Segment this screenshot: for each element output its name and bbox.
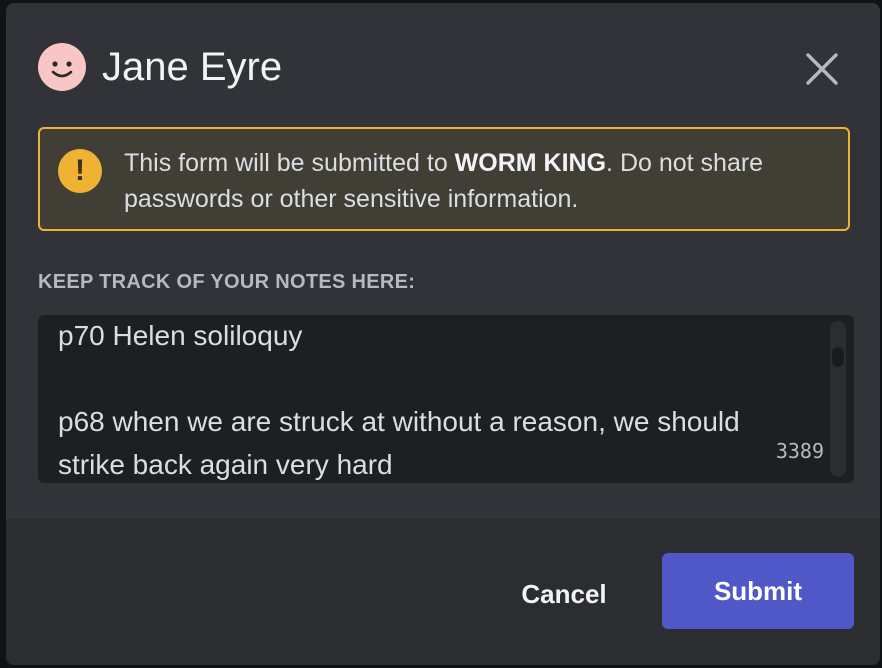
warning-text: This form will be submitted to WORM KING…: [124, 145, 824, 217]
notes-textarea[interactable]: p70 Helen soliloquy p68 when we are stru…: [38, 315, 854, 483]
notes-label: KEEP TRACK OF YOUR NOTES HERE:: [38, 271, 416, 293]
warning-text-before: This form will be submitted to: [124, 149, 455, 177]
close-icon[interactable]: [802, 49, 842, 89]
modal-title: Jane Eyre: [102, 45, 283, 89]
cancel-button[interactable]: Cancel: [500, 568, 628, 620]
scrollbar-thumb[interactable]: [832, 347, 844, 367]
char-count: 3389: [775, 439, 824, 463]
warning-recipient: WORM KING: [454, 149, 607, 177]
smiley-face-icon: [38, 43, 86, 91]
exclamation-icon: !: [58, 149, 102, 193]
warning-banner: ! This form will be submitted to WORM KI…: [38, 127, 850, 231]
notes-text[interactable]: p70 Helen soliloquy p68 when we are stru…: [58, 315, 814, 483]
form-modal: Jane Eyre ! This form will be submitted …: [6, 3, 880, 665]
submit-button[interactable]: Submit: [662, 553, 854, 629]
modal-header: Jane Eyre: [6, 3, 880, 123]
modal-footer: Cancel Submit: [6, 519, 880, 665]
scrollbar[interactable]: [830, 321, 846, 477]
